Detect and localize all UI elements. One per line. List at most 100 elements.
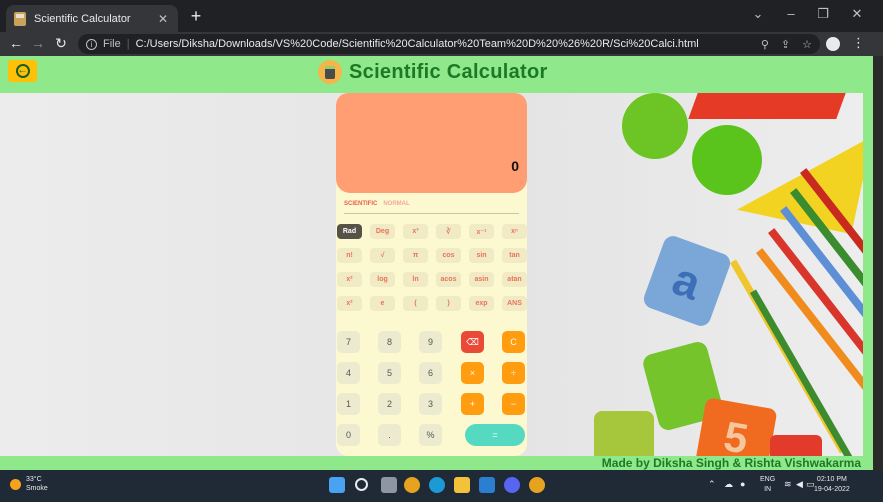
key-7[interactable]: 7 (337, 331, 360, 353)
file-explorer-icon[interactable] (454, 477, 470, 493)
key-close-paren[interactable]: ) (436, 296, 461, 311)
key-exp[interactable]: exp (469, 296, 494, 311)
clear-button[interactable]: C (502, 331, 525, 353)
volume-icon[interactable]: ◀ (796, 479, 803, 490)
key-cube-root[interactable]: ∛ (436, 224, 461, 239)
key-asin[interactable]: asin (469, 272, 494, 287)
star-icon[interactable]: ☆ (802, 38, 812, 51)
chrome-active-icon[interactable] (529, 477, 545, 493)
tab-search-icon[interactable]: ⌄ (748, 6, 768, 22)
key-2[interactable]: 2 (378, 393, 401, 415)
blue-letter-block-icon: a (641, 233, 733, 329)
weather-text: 33°C Smoke (26, 475, 48, 493)
omnibox[interactable]: i File | C:/Users/Diksha/Downloads/VS%20… (78, 34, 820, 54)
subtract-button[interactable]: − (502, 393, 525, 415)
page-footer: Made by Diksha Singh & Rishta Vishwakarm… (0, 456, 873, 470)
backspace-button[interactable]: ⌫ (461, 331, 484, 353)
back-button[interactable]: ← (8, 60, 37, 82)
url-text[interactable]: C:/Users/Diksha/Downloads/VS%20Code/Scie… (136, 38, 749, 50)
key-rad[interactable]: Rad (337, 224, 362, 239)
file-label: File (103, 38, 121, 50)
minimize-icon[interactable]: – (781, 6, 801, 21)
restore-icon[interactable]: ❐ (813, 6, 833, 22)
page-title: Scientific Calculator (349, 60, 548, 83)
key-cube[interactable]: x³ (403, 224, 428, 239)
close-window-icon[interactable]: ✕ (847, 6, 867, 22)
discord-icon[interactable] (504, 477, 520, 493)
back-arrow-icon[interactable]: ← (6, 35, 26, 51)
vscode-icon[interactable] (479, 477, 495, 493)
key-square[interactable]: x² (337, 272, 362, 287)
key-decimal[interactable]: . (378, 424, 401, 446)
key-percent[interactable]: % (419, 424, 442, 446)
calculator-logo-icon (318, 60, 342, 84)
key-3[interactable]: 3 (419, 393, 442, 415)
chrome-icon[interactable] (404, 477, 420, 493)
task-view-icon[interactable] (381, 477, 397, 493)
key-atan[interactable]: atan (502, 272, 527, 287)
system-clock[interactable]: 02:10 PM 19-04-2022 (814, 475, 850, 495)
edge-icon[interactable] (429, 477, 445, 493)
language-indicator[interactable]: ENG IN (760, 475, 775, 495)
key-factorial[interactable]: n! (337, 248, 362, 263)
key-log[interactable]: log (370, 272, 395, 287)
multiply-button[interactable]: × (461, 362, 484, 384)
add-button[interactable]: + (461, 393, 484, 415)
sun-icon (10, 478, 21, 490)
key-8[interactable]: 8 (378, 331, 401, 353)
key-inverse[interactable]: x⁻¹ (469, 224, 494, 239)
share-icon[interactable]: ⇪ (781, 38, 790, 51)
weather-widget[interactable]: 33°C Smoke (10, 475, 48, 493)
key-deg[interactable]: Deg (370, 224, 395, 239)
key-open-paren[interactable]: ( (403, 296, 428, 311)
key-acos[interactable]: acos (436, 272, 461, 287)
key-4[interactable]: 4 (337, 362, 360, 384)
windows-taskbar: 33°C Smoke ⌃ ☁ ● ENG IN ≋ ◀ ▭ 02:10 PM 1… (0, 470, 883, 502)
tab-scientific[interactable]: SCIENTIFIC (344, 201, 377, 207)
tab-normal[interactable]: NORMAL (383, 201, 409, 207)
lang-region: IN (764, 486, 772, 493)
page-right-edge (873, 56, 883, 470)
green-edge (863, 93, 873, 470)
key-9[interactable]: 9 (419, 331, 442, 353)
key-1[interactable]: 1 (337, 393, 360, 415)
profile-icon[interactable] (826, 37, 840, 51)
key-e[interactable]: e (370, 296, 395, 311)
mode-tabs: SCIENTIFIC NORMAL (344, 201, 410, 207)
key-0[interactable]: 0 (337, 424, 360, 446)
zoom-icon[interactable]: ⚲ (761, 38, 769, 51)
key-6[interactable]: 6 (419, 362, 442, 384)
lime-block-shape (594, 411, 654, 456)
browser-tab[interactable]: Scientific Calculator ✕ (6, 5, 178, 32)
key-sin[interactable]: sin (469, 248, 494, 263)
cloud-icon[interactable]: ☁ (724, 479, 733, 490)
clock-date: 19-04-2022 (814, 486, 850, 493)
key-square-alt[interactable]: x² (337, 296, 362, 311)
key-pi[interactable]: π (403, 248, 428, 263)
key-tan[interactable]: tan (502, 248, 527, 263)
key-ans[interactable]: ANS (502, 296, 527, 311)
windows-start-icon[interactable] (329, 477, 345, 493)
divide-button[interactable]: ÷ (502, 362, 525, 384)
reload-icon[interactable]: ↻ (51, 35, 71, 52)
forward-arrow-icon[interactable]: → (28, 35, 48, 51)
orange-number-block-icon: 5 (694, 397, 778, 456)
key-5[interactable]: 5 (378, 362, 401, 384)
search-icon[interactable] (355, 478, 368, 491)
green-circle-shape (622, 93, 688, 159)
tab-close-icon[interactable]: ✕ (156, 12, 170, 26)
key-power[interactable]: xⁿ (502, 224, 527, 239)
info-icon[interactable]: i (86, 38, 97, 50)
browser-tab-bar: Scientific Calculator ✕ + ⌄ – ❐ ✕ (0, 0, 883, 32)
key-ln[interactable]: ln (403, 272, 428, 287)
wifi-icon[interactable]: ≋ (784, 479, 792, 490)
equals-button[interactable]: = (465, 424, 525, 446)
key-sqrt[interactable]: √ (370, 248, 395, 263)
key-cos[interactable]: cos (436, 248, 461, 263)
new-tab-button[interactable]: + (186, 6, 206, 27)
tray-chevron-icon[interactable]: ⌃ (708, 479, 716, 490)
display-value: 0 (511, 158, 519, 174)
mic-icon[interactable]: ● (740, 479, 745, 489)
address-bar-row: ← → ↻ i File | C:/Users/Diksha/Downloads… (0, 32, 883, 56)
menu-icon[interactable]: ⋮ (852, 35, 865, 51)
